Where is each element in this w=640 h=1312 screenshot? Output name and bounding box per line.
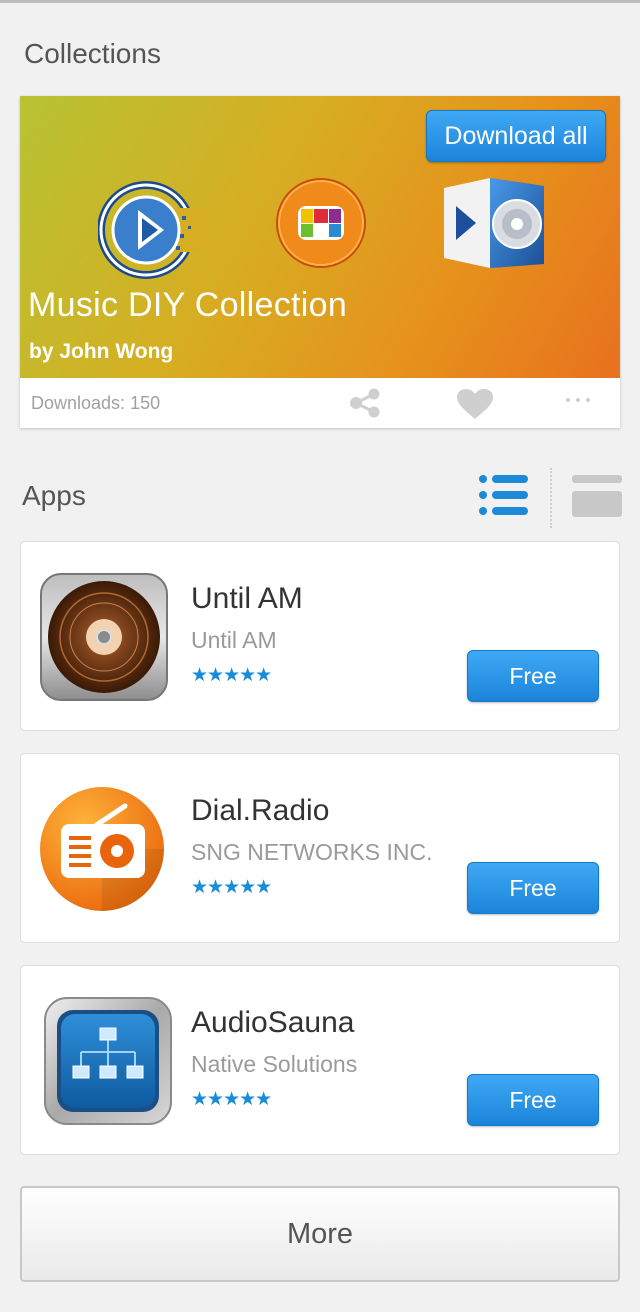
more-button[interactable]: More: [20, 1186, 620, 1282]
collection-author: by John Wong: [29, 340, 174, 363]
free-button[interactable]: Free: [467, 862, 599, 914]
radio-icon[interactable]: [37, 784, 167, 919]
app-name[interactable]: AudioSauna: [191, 1006, 354, 1040]
top-divider: [0, 0, 640, 3]
app-card[interactable]: Dial.Radio SNG NETWORKS INC. ★★★★★ Free: [20, 753, 620, 943]
app-name[interactable]: Until AM: [191, 582, 303, 616]
vinyl-record-icon[interactable]: [39, 572, 169, 707]
download-all-button[interactable]: Download all: [426, 110, 606, 162]
apps-heading: Apps: [22, 480, 86, 511]
collection-card[interactable]: Download all Music DIY Collection by Joh…: [20, 96, 620, 428]
share-icon[interactable]: [348, 388, 382, 423]
media-player-icon: [97, 178, 216, 287]
collection-footer: Downloads: 150: [20, 378, 620, 428]
downloads-count: Downloads: 150: [31, 393, 161, 413]
collection-title[interactable]: Music DIY Collection: [28, 286, 347, 325]
list-view-icon[interactable]: [478, 474, 528, 523]
collection-banner[interactable]: Download all Music DIY Collection by Joh…: [20, 96, 620, 378]
free-button[interactable]: Free: [467, 650, 599, 702]
collections-heading: Collections: [24, 38, 161, 69]
more-options-icon[interactable]: [564, 392, 594, 410]
flowchart-icon[interactable]: [43, 996, 173, 1131]
app-developer: Until AM: [191, 627, 277, 653]
app-card[interactable]: AudioSauna Native Solutions ★★★★★ Free: [20, 965, 620, 1155]
star-rating: ★★★★★: [191, 665, 272, 686]
free-button[interactable]: Free: [467, 1074, 599, 1126]
star-rating: ★★★★★: [191, 1089, 272, 1110]
tv-camera-icon: [274, 176, 368, 275]
app-name[interactable]: Dial.Radio: [191, 794, 329, 828]
view-toggle-divider: [550, 468, 552, 528]
app-developer: SNG NETWORKS INC.: [191, 839, 433, 865]
heart-icon[interactable]: [456, 388, 494, 425]
star-rating: ★★★★★: [191, 877, 272, 898]
video-speaker-icon: [440, 178, 550, 279]
app-card[interactable]: Until AM Until AM ★★★★★ Free: [20, 541, 620, 731]
grid-view-icon[interactable]: [572, 475, 622, 522]
app-developer: Native Solutions: [191, 1051, 358, 1077]
